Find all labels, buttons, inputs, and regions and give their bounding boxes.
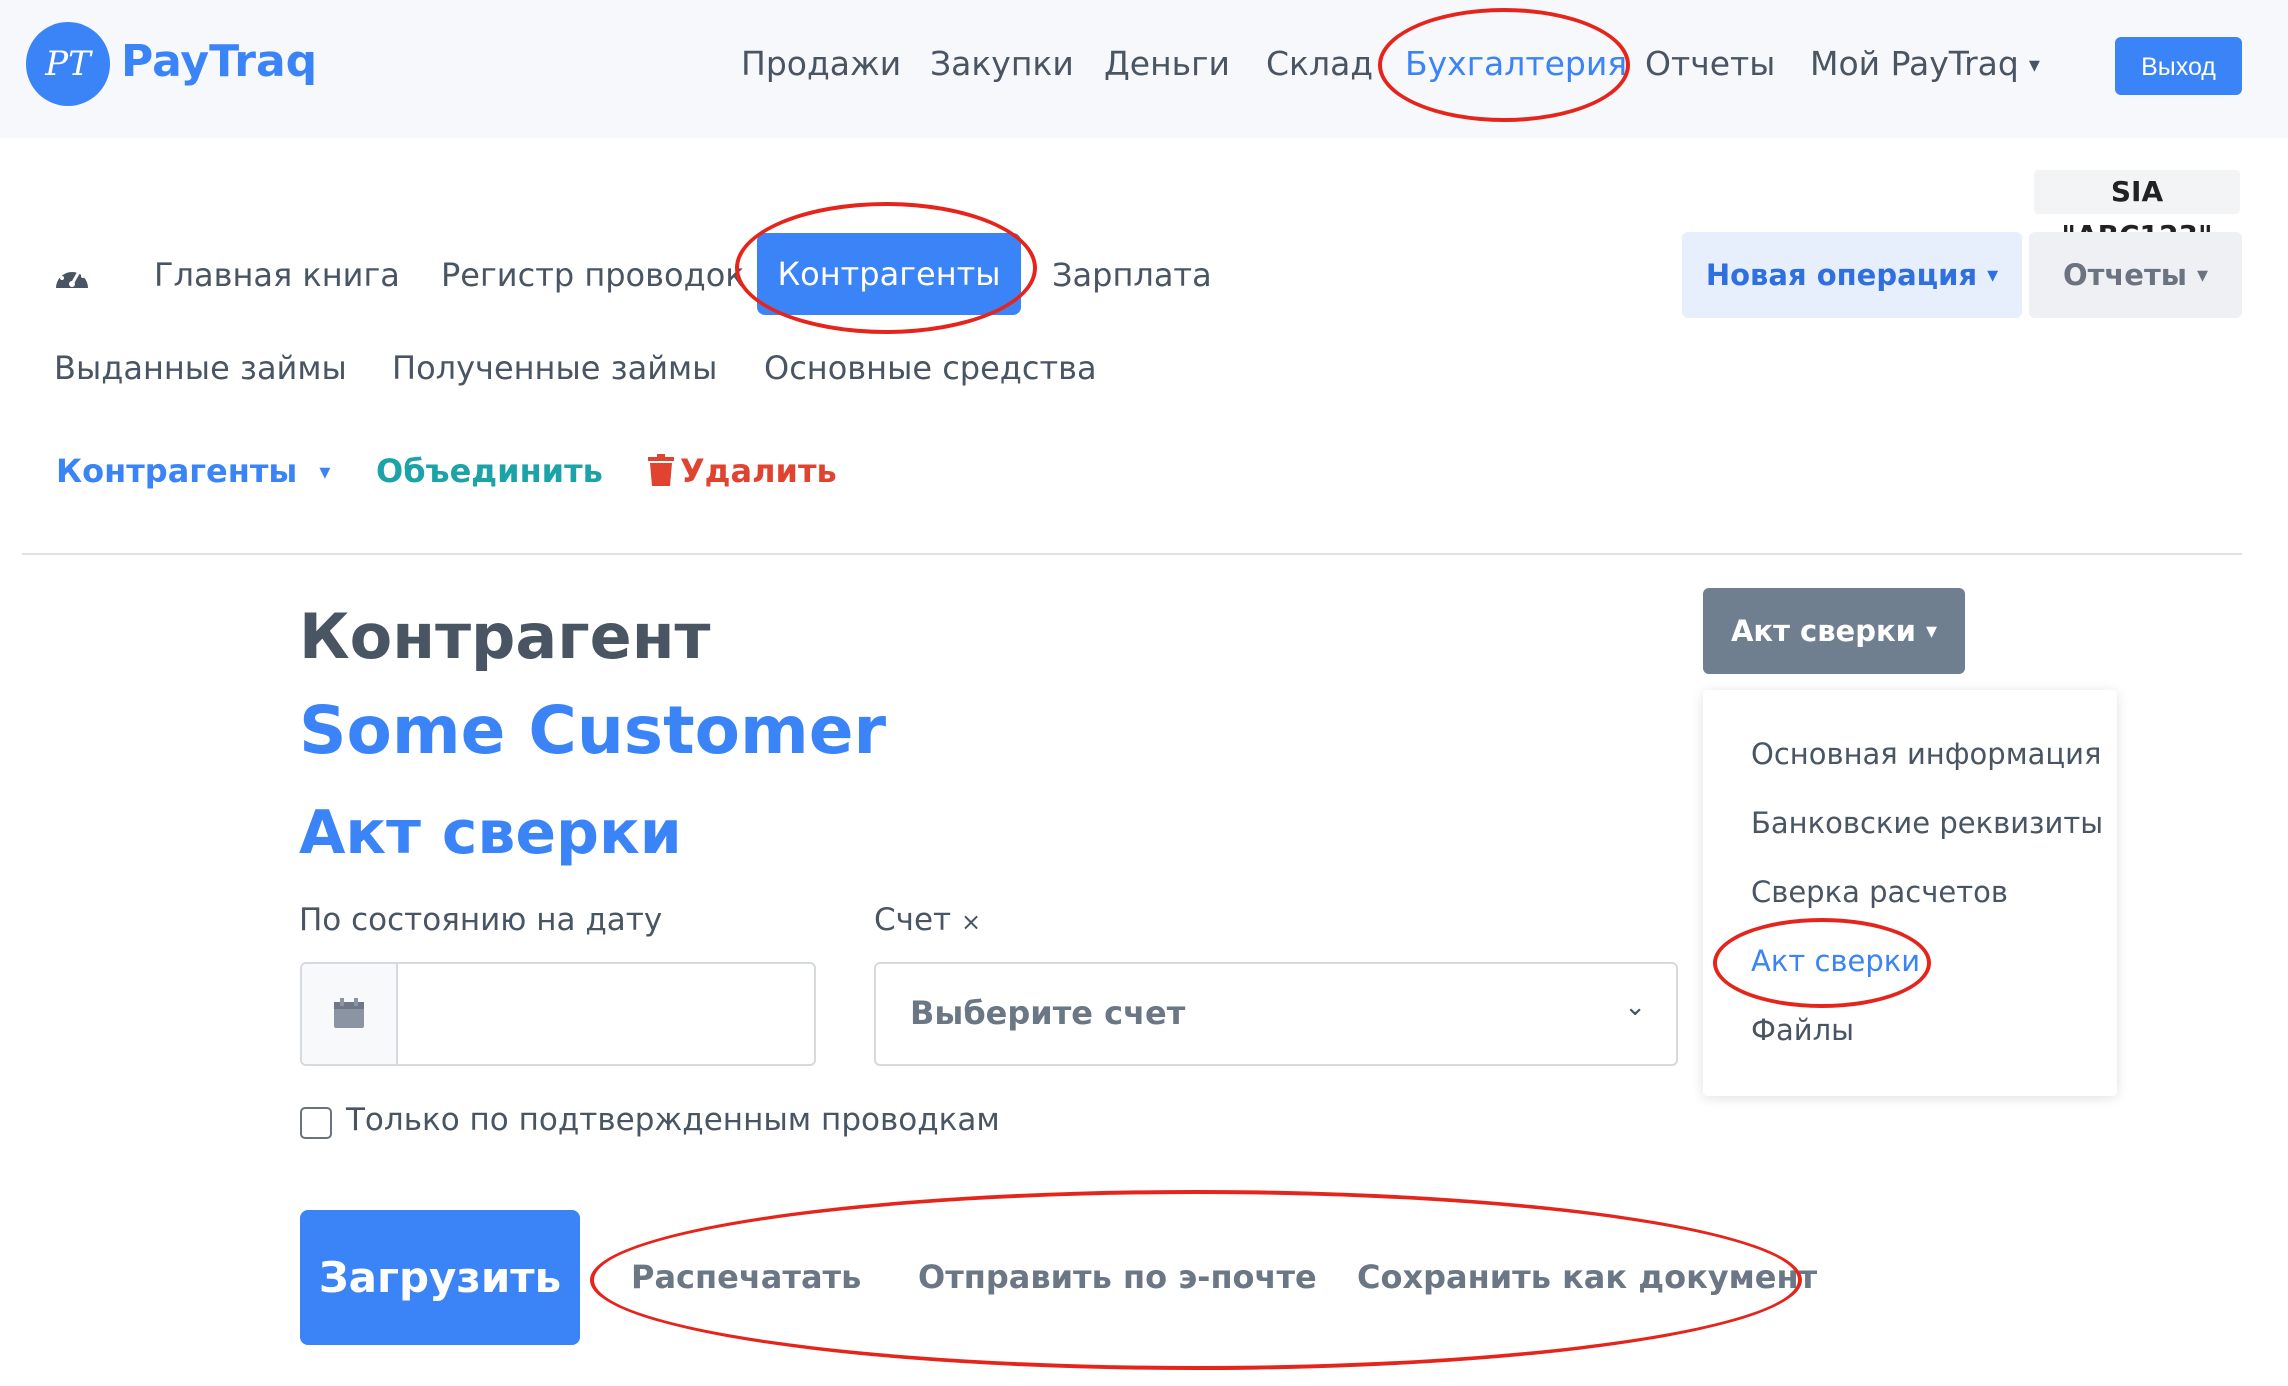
load-button[interactable]: Загрузить bbox=[300, 1210, 580, 1345]
contractors-menu-button[interactable]: Контрагенты ▾ bbox=[56, 452, 330, 490]
chevron-down-icon: ▾ bbox=[1987, 263, 1999, 288]
dashboard-icon[interactable] bbox=[52, 258, 92, 292]
chevron-down-icon: ▾ bbox=[2028, 53, 2040, 78]
delete-button[interactable]: Удалить bbox=[648, 452, 837, 490]
topnav-money[interactable]: Деньги bbox=[1104, 44, 1230, 83]
menu-item-bank-details[interactable]: Банковские реквизиты bbox=[1751, 806, 2103, 840]
reports-button[interactable]: Отчеты ▾ bbox=[2029, 232, 2242, 318]
chevron-down-icon: ▾ bbox=[2197, 263, 2209, 288]
email-button[interactable]: Отправить по э-почте bbox=[918, 1258, 1317, 1296]
page-title: Контрагент bbox=[299, 600, 711, 673]
subnav-general-ledger[interactable]: Главная книга bbox=[154, 256, 400, 294]
subnav-journal-register[interactable]: Регистр проводок bbox=[441, 256, 745, 294]
confirmed-only-label[interactable]: Только по подтвержденным проводкам bbox=[346, 1102, 1000, 1138]
date-label: По состоянию на дату bbox=[299, 902, 663, 938]
trash-icon bbox=[648, 454, 674, 486]
menu-item-basic-info[interactable]: Основная информация bbox=[1751, 737, 2101, 771]
chevron-down-icon: ⌄ bbox=[1624, 992, 1646, 1022]
paytraq-logo-icon[interactable]: PT bbox=[26, 22, 110, 106]
menu-item-settlement-check[interactable]: Сверка расчетов bbox=[1751, 875, 2008, 909]
akt-sverki-dropdown-button[interactable]: Акт сверки ▾ bbox=[1703, 588, 1965, 674]
account-select[interactable]: Выберите счет ⌄ bbox=[874, 962, 1678, 1066]
merge-button[interactable]: Объединить bbox=[376, 452, 603, 490]
date-input[interactable] bbox=[398, 964, 812, 1066]
subnav-fixed-assets[interactable]: Основные средства bbox=[764, 349, 1097, 387]
save-as-document-button[interactable]: Сохранить как документ bbox=[1357, 1258, 1817, 1296]
menu-item-akt-sverki[interactable]: Акт сверки bbox=[1751, 944, 1920, 978]
subnav-contractors[interactable]: Контрагенты bbox=[757, 233, 1021, 315]
calendar-icon bbox=[334, 998, 364, 1028]
menu-item-files[interactable]: Файлы bbox=[1751, 1013, 1854, 1047]
date-field[interactable] bbox=[300, 962, 816, 1066]
new-operation-button[interactable]: Новая операция ▾ bbox=[1682, 232, 2022, 318]
page-subtitle: Акт сверки bbox=[299, 798, 682, 868]
subnav-loans-received[interactable]: Полученные займы bbox=[392, 349, 717, 387]
confirmed-only-checkbox[interactable] bbox=[300, 1107, 332, 1139]
topnav-my-paytraq[interactable]: Мой PayTraq ▾ bbox=[1810, 44, 2040, 83]
clear-account-icon[interactable]: × bbox=[961, 908, 981, 936]
akt-sverki-menu: Основная информация Банковские реквизиты… bbox=[1703, 690, 2117, 1096]
topnav-accounting[interactable]: Бухгалтерия bbox=[1405, 44, 1627, 83]
calendar-addon[interactable] bbox=[302, 964, 398, 1064]
customer-name[interactable]: Some Customer bbox=[299, 692, 886, 769]
topnav-reports[interactable]: Отчеты bbox=[1645, 44, 1775, 83]
company-badge: SIA "ABC123" bbox=[2034, 170, 2240, 252]
subnav-payroll[interactable]: Зарплата bbox=[1052, 256, 1212, 294]
chevron-down-icon: ▾ bbox=[319, 460, 331, 485]
logout-button[interactable]: Выход bbox=[2115, 37, 2242, 95]
topnav-purchases[interactable]: Закупки bbox=[930, 44, 1074, 83]
topnav-warehouse[interactable]: Склад bbox=[1266, 44, 1373, 83]
chevron-down-icon: ▾ bbox=[1925, 619, 1938, 644]
account-placeholder: Выберите счет bbox=[910, 994, 1186, 1032]
print-button[interactable]: Распечатать bbox=[631, 1258, 861, 1296]
account-label: Счет × bbox=[874, 902, 982, 938]
topnav-sales[interactable]: Продажи bbox=[741, 44, 901, 83]
brand-name[interactable]: PayTraq bbox=[121, 36, 317, 87]
subnav-loans-issued[interactable]: Выданные займы bbox=[54, 349, 347, 387]
divider bbox=[22, 553, 2242, 555]
